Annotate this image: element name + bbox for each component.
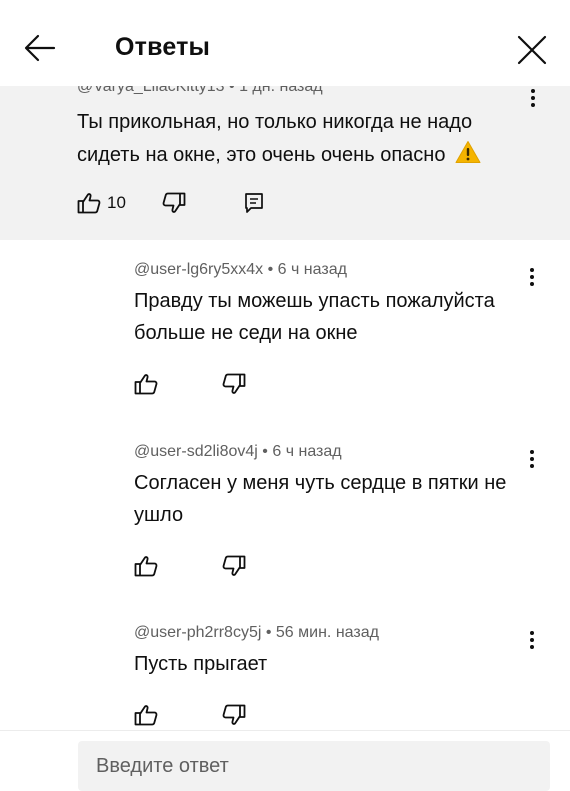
reply-input[interactable] [78, 741, 550, 791]
reply-input-bar [0, 730, 570, 791]
comment-text: Пусть прыгает [134, 653, 268, 675]
like-button[interactable] [134, 704, 158, 726]
comment-meta: @Varya_LilacKitty13 • 1 дн. назад [77, 86, 323, 96]
thumbs-up-icon [134, 556, 158, 577]
close-button[interactable] [510, 28, 554, 72]
more-options-button[interactable] [526, 628, 538, 652]
comment-text: Ты прикольная, но только никогда не надо… [77, 106, 537, 175]
comment-actions: 10 [77, 192, 264, 214]
kebab-dot [531, 103, 535, 107]
comment-text: Согласен у меня чуть сердце в пятки не у… [134, 472, 507, 526]
reply-button[interactable] [244, 192, 264, 214]
like-count: 10 [107, 193, 126, 212]
kebab-dot [531, 96, 535, 100]
dislike-button[interactable] [222, 555, 246, 577]
comment-author[interactable]: @user-sd2li8ov4j [134, 443, 258, 460]
like-button[interactable] [134, 373, 158, 395]
kebab-dot [530, 464, 534, 468]
reply-item: @user-sd2li8ov4j • 6 ч назад Согласен у … [0, 443, 570, 583]
more-options-button[interactable] [526, 265, 538, 289]
parent-comment: @Varya_LilacKitty13 • 1 дн. назад Ты при… [0, 86, 570, 240]
arrow-left-icon [24, 34, 56, 62]
comment-time: 6 ч назад [272, 443, 342, 460]
dislike-button[interactable] [222, 704, 246, 726]
thumbs-up-icon [134, 705, 158, 726]
like-button[interactable] [77, 192, 101, 214]
kebab-dot [530, 457, 534, 461]
page-title: Ответы [115, 33, 211, 61]
thumbs-down-icon [222, 373, 246, 394]
kebab-dot [530, 450, 534, 454]
dislike-button[interactable] [162, 192, 186, 214]
comment-meta: @user-lg6ry5xx4x • 6 ч назад [134, 261, 347, 278]
comment-time: 56 мин. назад [275, 624, 379, 641]
like-button[interactable] [134, 555, 158, 577]
warning-icon [455, 140, 481, 175]
more-options-button[interactable] [527, 86, 539, 110]
thumbs-down-icon [222, 704, 246, 725]
comment-time: 1 дн. назад [239, 86, 323, 95]
comment-author[interactable]: @Varya_LilacKitty13 [77, 86, 225, 95]
kebab-dot [530, 268, 534, 272]
header: Ответы [0, 0, 570, 86]
dislike-button[interactable] [222, 373, 246, 395]
kebab-dot [530, 645, 534, 649]
thumbs-down-icon [222, 555, 246, 576]
comment-actions [134, 555, 246, 577]
kebab-dot [531, 89, 535, 93]
reply-item: @user-lg6ry5xx4x • 6 ч назад Правду ты м… [0, 261, 570, 401]
comment-time: 6 ч назад [277, 261, 347, 278]
thumbs-up-icon [77, 193, 101, 214]
comment-meta: @user-ph2rr8cy5j • 56 мин. назад [134, 624, 379, 641]
comment-author[interactable]: @user-lg6ry5xx4x [134, 261, 263, 278]
comment-actions [134, 373, 246, 395]
comment-author[interactable]: @user-ph2rr8cy5j [134, 624, 261, 641]
thumbs-up-icon [134, 374, 158, 395]
comment-text: Правду ты можешь упасть пожалуйста больш… [134, 290, 495, 344]
back-button[interactable] [20, 28, 60, 68]
comment-meta: @user-sd2li8ov4j • 6 ч назад [134, 443, 342, 460]
close-icon [517, 35, 547, 65]
reply-item: @user-ph2rr8cy5j • 56 мин. назад Пусть п… [0, 624, 570, 730]
kebab-dot [530, 282, 534, 286]
comment-icon [245, 193, 263, 213]
kebab-dot [530, 631, 534, 635]
more-options-button[interactable] [526, 447, 538, 471]
kebab-dot [530, 638, 534, 642]
thumbs-down-icon [162, 192, 186, 213]
comment-actions [134, 704, 246, 726]
kebab-dot [530, 275, 534, 279]
